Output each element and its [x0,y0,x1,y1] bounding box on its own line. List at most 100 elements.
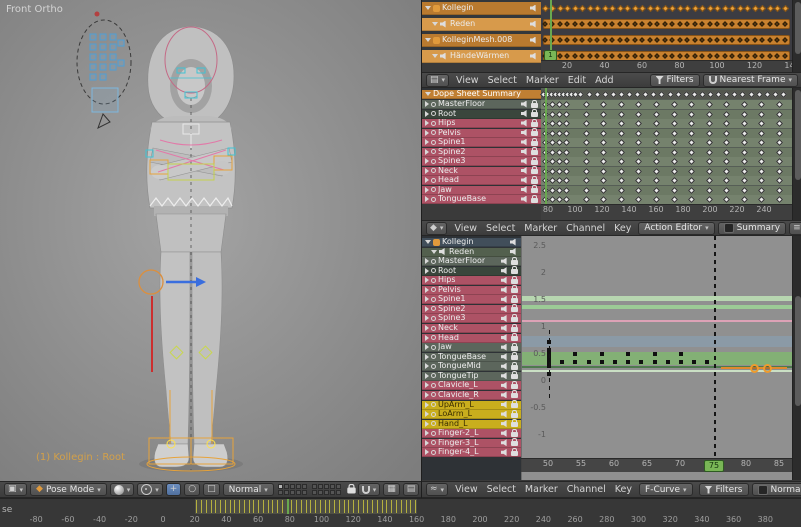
channel-visibility-dot[interactable] [431,140,436,145]
graph-mode-dropdown[interactable]: F-Curve [639,483,693,496]
normalize-toggle[interactable]: Normalize [752,483,801,496]
timeline-keyframe-line[interactable] [258,500,259,513]
timeline-keyframe-line[interactable] [406,500,407,513]
timeline[interactable]: se -80-60-40-200204060801001201401601802… [0,498,801,527]
orientation-dropdown[interactable]: Normal [223,483,274,496]
channel-row-jaw[interactable]: Jaw [422,186,541,195]
channel-row-tonguebase[interactable]: TongueBase [422,195,541,204]
shading-dropdown[interactable] [110,483,135,496]
lock-icon[interactable] [531,160,538,165]
lock-icon[interactable] [511,384,518,389]
lock-icon[interactable] [511,336,518,341]
channel-visibility-dot[interactable] [431,440,436,445]
channel-visibility-dot[interactable] [431,421,436,426]
layer-cell[interactable] [324,490,329,495]
channel-row-spine3[interactable]: Spine3 [422,157,541,166]
timeline-keyframe-line[interactable] [215,500,216,513]
lock-icon[interactable] [511,432,518,437]
nla-scrollbar[interactable] [792,0,801,72]
channel-row-spine3[interactable]: Spine3 [422,314,521,323]
curve-keyframe[interactable] [653,352,657,356]
keyframe-diamond[interactable] [669,5,676,12]
expand-toggle-icon[interactable] [425,196,429,202]
channel-visibility-dot[interactable] [431,431,436,436]
curve-keyframe[interactable] [692,360,696,364]
timeline-keyframe-line[interactable] [415,500,416,513]
channel-row-spine2[interactable]: Spine2 [422,305,521,314]
selected-keyframe[interactable] [763,364,772,373]
layer-cell[interactable] [324,484,329,489]
lock-icon[interactable] [511,260,518,265]
lock-icon[interactable] [511,441,518,446]
keyframe-diamond[interactable] [661,5,668,12]
render-opengl-button[interactable] [383,483,400,496]
lock-icon[interactable] [511,317,518,322]
timeline-keyframe-line[interactable] [329,500,330,513]
timeline-keyframe-line[interactable] [391,500,392,513]
timeline-keyframe-line[interactable] [263,500,264,513]
channel-row-head[interactable]: Head [422,176,541,185]
mute-speaker-icon[interactable] [501,325,509,332]
keyframe-diamond[interactable] [699,5,706,12]
keyframe-diamond[interactable] [781,5,788,12]
viewport-editor-type-button[interactable] [4,483,27,496]
layer-cell[interactable] [336,490,341,495]
expand-toggle-icon[interactable] [425,6,431,10]
mute-speaker-icon[interactable] [501,420,509,427]
mute-speaker-icon[interactable] [521,139,529,146]
channel-row-spine2[interactable]: Spine2 [422,148,541,157]
lock-icon[interactable] [511,279,518,284]
expand-toggle-icon[interactable] [425,373,429,379]
timeline-keyframe-line[interactable] [382,500,383,513]
expand-toggle-icon[interactable] [425,277,429,283]
viewport-3d[interactable]: Front Ortho (1) Kollegin : Root [0,0,421,481]
timeline-keyframe-line[interactable] [272,500,273,513]
channel-visibility-dot[interactable] [431,364,436,369]
lock-icon[interactable] [531,103,538,108]
timeline-keyframe-line[interactable] [334,500,335,513]
expand-toggle-icon[interactable] [425,335,429,341]
keyframe-diamond[interactable] [541,5,548,12]
channel-visibility-dot[interactable] [431,121,436,126]
expand-toggle-icon[interactable] [425,92,431,96]
lock-icon[interactable] [511,413,518,418]
expand-toggle-icon[interactable] [425,430,429,436]
curve-keyframe[interactable] [587,360,591,364]
expand-toggle-icon[interactable] [425,363,429,369]
keyframe-diamond[interactable] [616,5,623,12]
lock-icon[interactable] [531,122,538,127]
nla-menu-view[interactable]: View [452,75,483,86]
expand-toggle-icon[interactable] [425,158,429,164]
lock-icon[interactable] [511,269,518,274]
expand-toggle-icon[interactable] [425,392,429,398]
channel-row-kollegin[interactable]: Kollegin [422,238,521,247]
mute-speaker-icon[interactable] [530,21,538,28]
channel-visibility-dot[interactable] [431,168,436,173]
keyframe-diamond[interactable] [579,5,586,12]
graph-menu-marker[interactable]: Marker [521,484,562,495]
graph-menu-channel[interactable]: Channel [563,484,610,495]
layer-cell[interactable] [318,490,323,495]
expand-toggle-icon[interactable] [425,38,431,42]
nla-menu-select[interactable]: Select [484,75,521,86]
keyframe-diamond[interactable] [744,5,751,12]
layer-cell[interactable] [284,484,289,489]
timeline-keyframe-line[interactable] [367,500,368,513]
lock-icon[interactable] [531,188,538,193]
channel-row-root[interactable]: Root [422,110,541,119]
timeline-keyframe-line[interactable] [377,500,378,513]
snap-toggle-button[interactable] [358,483,381,496]
graph-ruler[interactable]: 505560657075808575 [521,458,792,472]
expand-toggle-icon[interactable] [425,315,429,321]
keyframe-diamond[interactable] [609,5,616,12]
channel-visibility-dot[interactable] [431,345,436,350]
layer-cell[interactable] [284,490,289,495]
channel-visibility-dot[interactable] [431,149,436,154]
render-anim-button[interactable] [403,483,420,496]
current-frame-line[interactable] [545,88,547,204]
lock-icon[interactable] [531,179,538,184]
layer-cell[interactable] [312,484,317,489]
expand-toggle-icon[interactable] [425,139,429,145]
lock-icon[interactable] [531,169,538,174]
expand-toggle-icon[interactable] [425,325,429,331]
